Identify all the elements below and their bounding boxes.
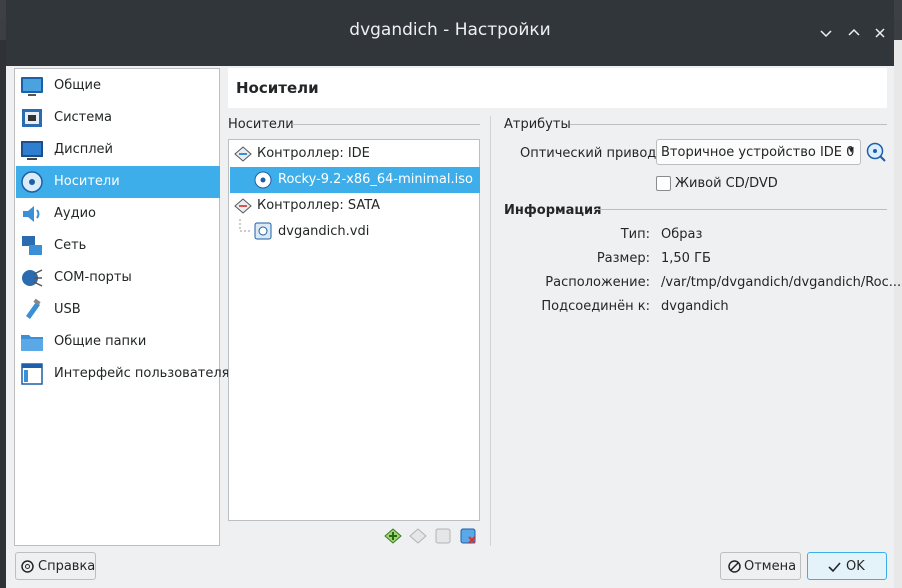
info-location-value: /var/tmp/dvgandich/dvgandich/Roc... xyxy=(661,275,902,290)
live-cd-checkbox[interactable] xyxy=(656,176,671,191)
section-divider xyxy=(292,124,480,125)
help-icon xyxy=(21,560,34,573)
section-divider xyxy=(570,124,887,125)
sidebar-item-system[interactable]: Система xyxy=(16,102,220,134)
maximize-button[interactable] xyxy=(844,22,864,44)
audio-icon xyxy=(23,206,40,222)
attributes-section-label: Атрибуты xyxy=(504,117,571,132)
close-button[interactable] xyxy=(870,22,890,44)
choose-disk-icon[interactable] xyxy=(866,142,886,162)
display-icon xyxy=(21,141,43,160)
tree-item-optical-disk[interactable]: Rocky-9.2-x86_64-minimal.iso xyxy=(230,167,480,193)
information-section-label: Информация xyxy=(504,203,602,218)
help-button[interactable]: Справка xyxy=(15,552,96,580)
sata-controller-icon xyxy=(234,198,252,214)
info-size-label: Размер: xyxy=(596,251,650,266)
ok-button[interactable]: OK xyxy=(807,552,887,580)
shared-folder-icon xyxy=(21,335,43,351)
page-header: Носители xyxy=(228,68,887,108)
tree-item-sata-controller[interactable]: Контроллер: SATA xyxy=(230,193,480,219)
sidebar-item-general[interactable]: Общие xyxy=(16,70,220,102)
info-attached-label: Подсоединён к: xyxy=(541,299,650,314)
window-title: dvgandich - Настройки xyxy=(349,20,551,40)
checkmark-icon xyxy=(828,562,841,573)
add-attachment-icon[interactable] xyxy=(434,527,452,545)
storage-section-label: Носители xyxy=(228,117,294,132)
info-type-label: Тип: xyxy=(620,227,650,242)
remove-controller-icon[interactable] xyxy=(409,527,427,545)
system-icon xyxy=(22,109,42,127)
tree-item-ide-controller[interactable]: Контроллер: IDE xyxy=(230,141,480,167)
optical-drive-value: Вторичное устройство IDE 0 xyxy=(661,145,855,160)
dropdown-arrow-icon: ▾ xyxy=(848,143,854,156)
sidebar-item-serial-ports[interactable]: COM-порты xyxy=(16,262,220,294)
sidebar-item-display[interactable]: Дисплей xyxy=(16,134,220,166)
remove-attachment-icon[interactable] xyxy=(459,527,477,545)
info-location-label: Расположение: xyxy=(545,275,650,290)
cancel-button[interactable]: Отмена xyxy=(720,552,801,580)
chevron-up-icon xyxy=(848,28,860,36)
sidebar-item-audio[interactable]: Аудио xyxy=(16,198,220,230)
optical-drive-select[interactable]: Вторичное устройство IDE 0 ▾ xyxy=(656,139,861,165)
storage-tree[interactable]: Контроллер: IDE Rocky-9.2-x86_64-minimal… xyxy=(228,139,480,521)
info-type-value: Образ xyxy=(661,227,703,242)
tree-item-hard-disk[interactable]: dvgandich.vdi xyxy=(230,219,480,245)
optical-drive-label: Оптический привод: xyxy=(520,146,661,161)
chevron-down-icon xyxy=(820,30,832,38)
cancel-icon xyxy=(728,560,741,573)
info-attached-value: dvgandich xyxy=(661,299,729,314)
live-cd-label: Живой CD/DVD xyxy=(675,176,778,191)
ide-controller-icon xyxy=(234,146,252,162)
optical-disk-icon xyxy=(254,171,272,189)
sidebar-item-network[interactable]: Сеть xyxy=(16,230,220,262)
section-divider xyxy=(594,209,887,210)
info-size-value: 1,50 ГБ xyxy=(661,251,711,266)
hard-disk-icon xyxy=(254,222,272,240)
close-icon xyxy=(875,28,885,38)
tree-branch-icon xyxy=(239,219,250,232)
general-icon xyxy=(21,77,43,96)
network-icon xyxy=(22,236,42,255)
sidebar-item-storage[interactable]: Носители xyxy=(16,166,220,198)
sidebar-item-shared-folders[interactable]: Общие папки xyxy=(16,326,220,358)
usb-icon xyxy=(26,298,41,319)
settings-sidebar: Общие Система Дисплей Носители Аудио Сет… xyxy=(14,68,230,546)
serial-port-icon xyxy=(22,269,43,287)
add-controller-icon[interactable] xyxy=(384,527,402,545)
panel-splitter[interactable] xyxy=(490,116,491,546)
sidebar-item-usb[interactable]: USB xyxy=(16,294,220,326)
page-title: Носители xyxy=(236,79,319,97)
sidebar-item-user-interface[interactable]: Интерфейс пользователя xyxy=(16,358,230,390)
user-interface-icon xyxy=(21,363,43,385)
collapse-button[interactable] xyxy=(816,22,836,44)
storage-icon xyxy=(21,171,43,193)
